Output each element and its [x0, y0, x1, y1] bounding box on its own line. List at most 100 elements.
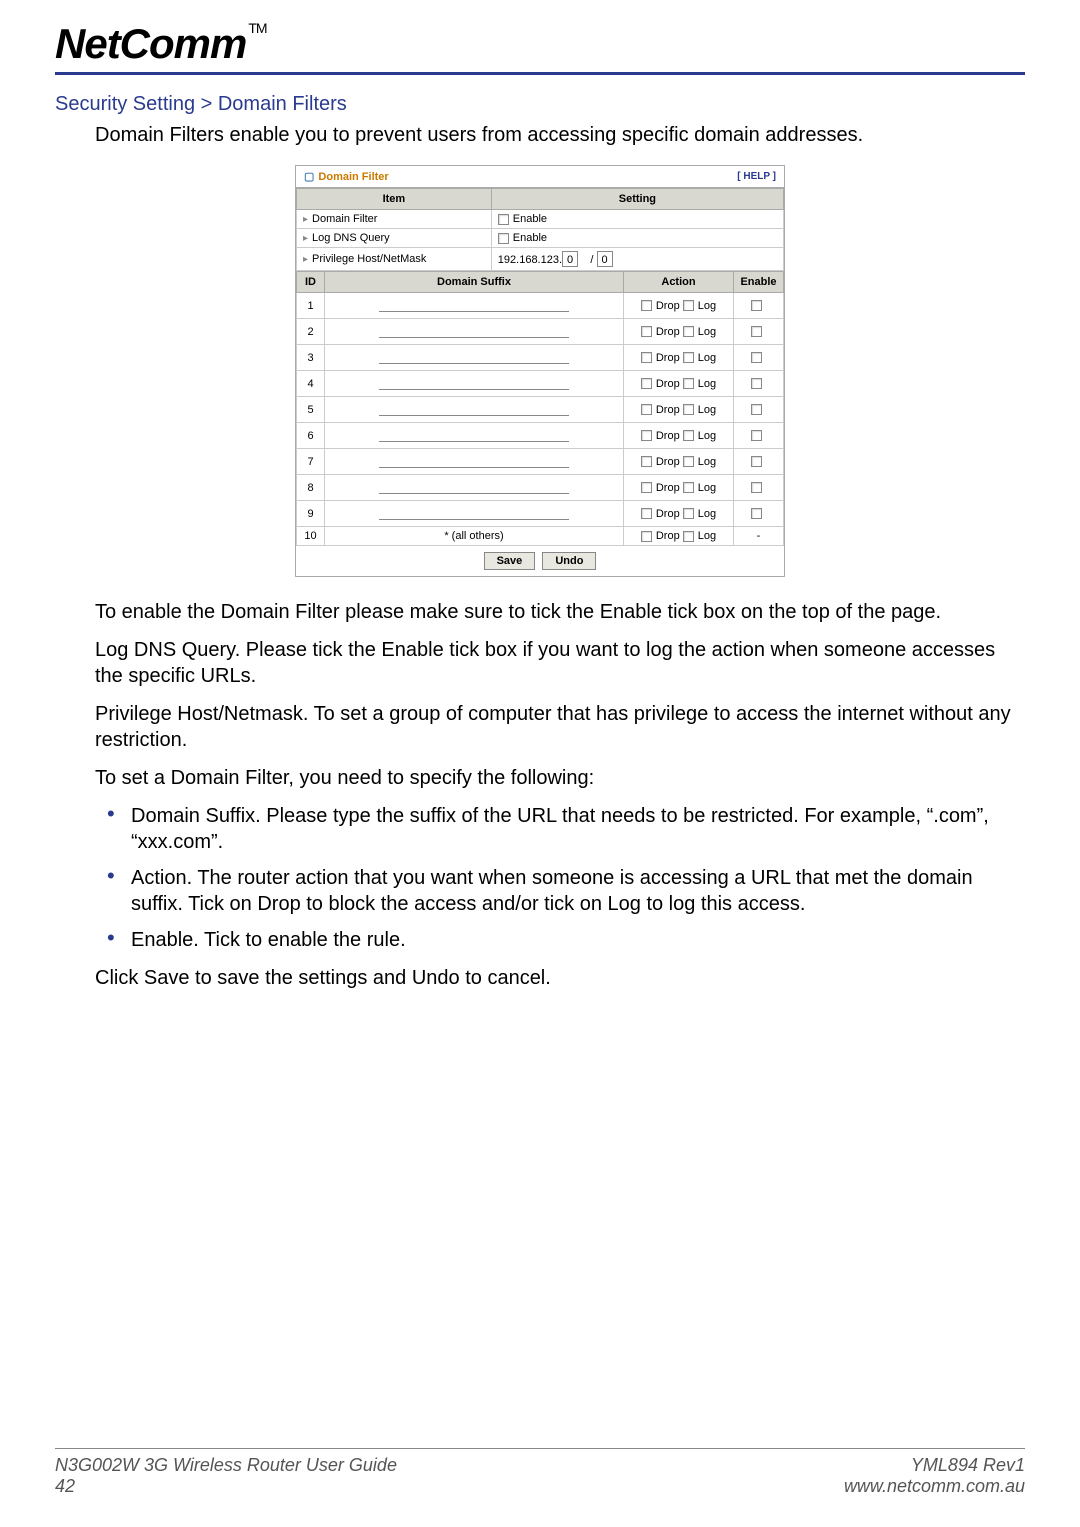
- row-priv-host: ▸Privilege Host/NetMask: [297, 248, 492, 271]
- drop-label: Drop: [656, 404, 683, 416]
- log-checkbox[interactable]: [683, 326, 694, 337]
- rule-id: 4: [297, 371, 325, 397]
- drop-checkbox[interactable]: [641, 508, 652, 519]
- mask-sep: /: [590, 254, 593, 266]
- rule-enable-checkbox[interactable]: [751, 352, 762, 363]
- rule-enable-cell: -: [734, 527, 784, 546]
- drop-checkbox[interactable]: [641, 326, 652, 337]
- folder-icon: ▢: [304, 171, 314, 183]
- rule-enable-cell: [734, 423, 784, 449]
- drop-checkbox[interactable]: [641, 482, 652, 493]
- col-enable: Enable: [734, 272, 784, 293]
- domain-suffix-input[interactable]: [379, 504, 569, 520]
- rule-enable-checkbox[interactable]: [751, 378, 762, 389]
- col-setting: Setting: [491, 189, 783, 210]
- rule-id: 10: [297, 527, 325, 546]
- rule-enable-checkbox[interactable]: [751, 404, 762, 415]
- rule-action-cell: Drop Log: [624, 397, 734, 423]
- para-enable: To enable the Domain Filter please make …: [95, 599, 1025, 625]
- domain-suffix-input[interactable]: [379, 426, 569, 442]
- drop-label: Drop: [656, 352, 683, 364]
- table-row: 2Drop Log: [297, 319, 784, 345]
- log-label: Log: [698, 300, 716, 312]
- rule-id: 5: [297, 397, 325, 423]
- rule-enable-checkbox[interactable]: [751, 430, 762, 441]
- save-button[interactable]: Save: [484, 552, 536, 570]
- log-checkbox[interactable]: [683, 508, 694, 519]
- rule-enable-cell: [734, 319, 784, 345]
- rule-enable-cell: [734, 397, 784, 423]
- netmask-input[interactable]: 0: [597, 251, 613, 267]
- domain-suffix-input[interactable]: [379, 452, 569, 468]
- footer-page: 42: [55, 1476, 397, 1497]
- log-checkbox[interactable]: [683, 300, 694, 311]
- rule-enable-checkbox[interactable]: [751, 456, 762, 467]
- drop-checkbox[interactable]: [641, 378, 652, 389]
- brand-logo: NetCommTM: [55, 20, 1025, 68]
- log-checkbox[interactable]: [683, 482, 694, 493]
- rule-suffix-cell: [325, 501, 624, 527]
- row-log-dns: ▸Log DNS Query: [297, 229, 492, 248]
- arrow-icon: ▸: [303, 214, 308, 225]
- ip-prefix: 192.168.123.: [498, 254, 562, 266]
- log-label: Log: [698, 430, 716, 442]
- rule-action-cell: Drop Log: [624, 449, 734, 475]
- log-label: Log: [698, 530, 716, 542]
- log-checkbox[interactable]: [683, 430, 694, 441]
- log-label: Log: [698, 482, 716, 494]
- log-checkbox[interactable]: [683, 352, 694, 363]
- drop-checkbox[interactable]: [641, 404, 652, 415]
- domain-filter-enable-cell: Enable: [491, 210, 783, 229]
- panel-title-text: Domain Filter: [318, 171, 388, 183]
- help-link[interactable]: [ HELP ]: [737, 171, 776, 182]
- drop-label: Drop: [656, 456, 683, 468]
- rule-action-cell: Drop Log: [624, 501, 734, 527]
- domain-suffix-input[interactable]: [379, 296, 569, 312]
- rule-id: 6: [297, 423, 325, 449]
- undo-button[interactable]: Undo: [542, 552, 596, 570]
- log-checkbox[interactable]: [683, 531, 694, 542]
- breadcrumb: Security Setting > Domain Filters: [55, 93, 1025, 116]
- rule-enable-checkbox[interactable]: [751, 326, 762, 337]
- domain-suffix-input[interactable]: [379, 400, 569, 416]
- domain-filter-panel: ▢Domain Filter [ HELP ] Item Setting ▸Do…: [295, 165, 785, 577]
- table-row: 8Drop Log: [297, 475, 784, 501]
- priv-host-setting: 192.168.123.0 / 0: [491, 248, 783, 271]
- log-checkbox[interactable]: [683, 456, 694, 467]
- domain-suffix-input[interactable]: [379, 348, 569, 364]
- rule-enable-checkbox[interactable]: [751, 300, 762, 311]
- drop-checkbox[interactable]: [641, 352, 652, 363]
- rule-id: 2: [297, 319, 325, 345]
- bullet-action: Action. The router action that you want …: [95, 865, 1025, 917]
- rule-enable-checkbox[interactable]: [751, 482, 762, 493]
- drop-checkbox[interactable]: [641, 300, 652, 311]
- rule-suffix-cell: [325, 423, 624, 449]
- table-row: 9 Drop Log: [297, 501, 784, 527]
- button-row: Save Undo: [296, 546, 784, 576]
- drop-checkbox[interactable]: [641, 456, 652, 467]
- rule-action-cell: Drop Log: [624, 345, 734, 371]
- header-divider: [55, 72, 1025, 75]
- domain-suffix-input[interactable]: [379, 374, 569, 390]
- log-dns-enable-checkbox[interactable]: [498, 233, 509, 244]
- bullet-suffix: Domain Suffix. Please type the suffix of…: [95, 803, 1025, 855]
- domain-suffix-input[interactable]: [379, 478, 569, 494]
- domain-filter-enable-checkbox[interactable]: [498, 214, 509, 225]
- drop-checkbox[interactable]: [641, 531, 652, 542]
- rule-id: 9: [297, 501, 325, 527]
- log-checkbox[interactable]: [683, 404, 694, 415]
- log-checkbox[interactable]: [683, 378, 694, 389]
- log-dns-enable-cell: Enable: [491, 229, 783, 248]
- footer-rev: YML894 Rev1: [844, 1455, 1025, 1476]
- rule-suffix-cell: [325, 293, 624, 319]
- ip-octet-input[interactable]: 0: [562, 251, 578, 267]
- table-row: 6Drop Log: [297, 423, 784, 449]
- rule-enable-cell: [734, 345, 784, 371]
- drop-label: Drop: [656, 378, 683, 390]
- drop-checkbox[interactable]: [641, 430, 652, 441]
- table-row: 3Drop Log: [297, 345, 784, 371]
- domain-suffix-input[interactable]: [379, 322, 569, 338]
- rule-enable-checkbox[interactable]: [751, 508, 762, 519]
- arrow-icon: ▸: [303, 254, 308, 265]
- bullet-enable: Enable. Tick to enable the rule.: [95, 927, 1025, 953]
